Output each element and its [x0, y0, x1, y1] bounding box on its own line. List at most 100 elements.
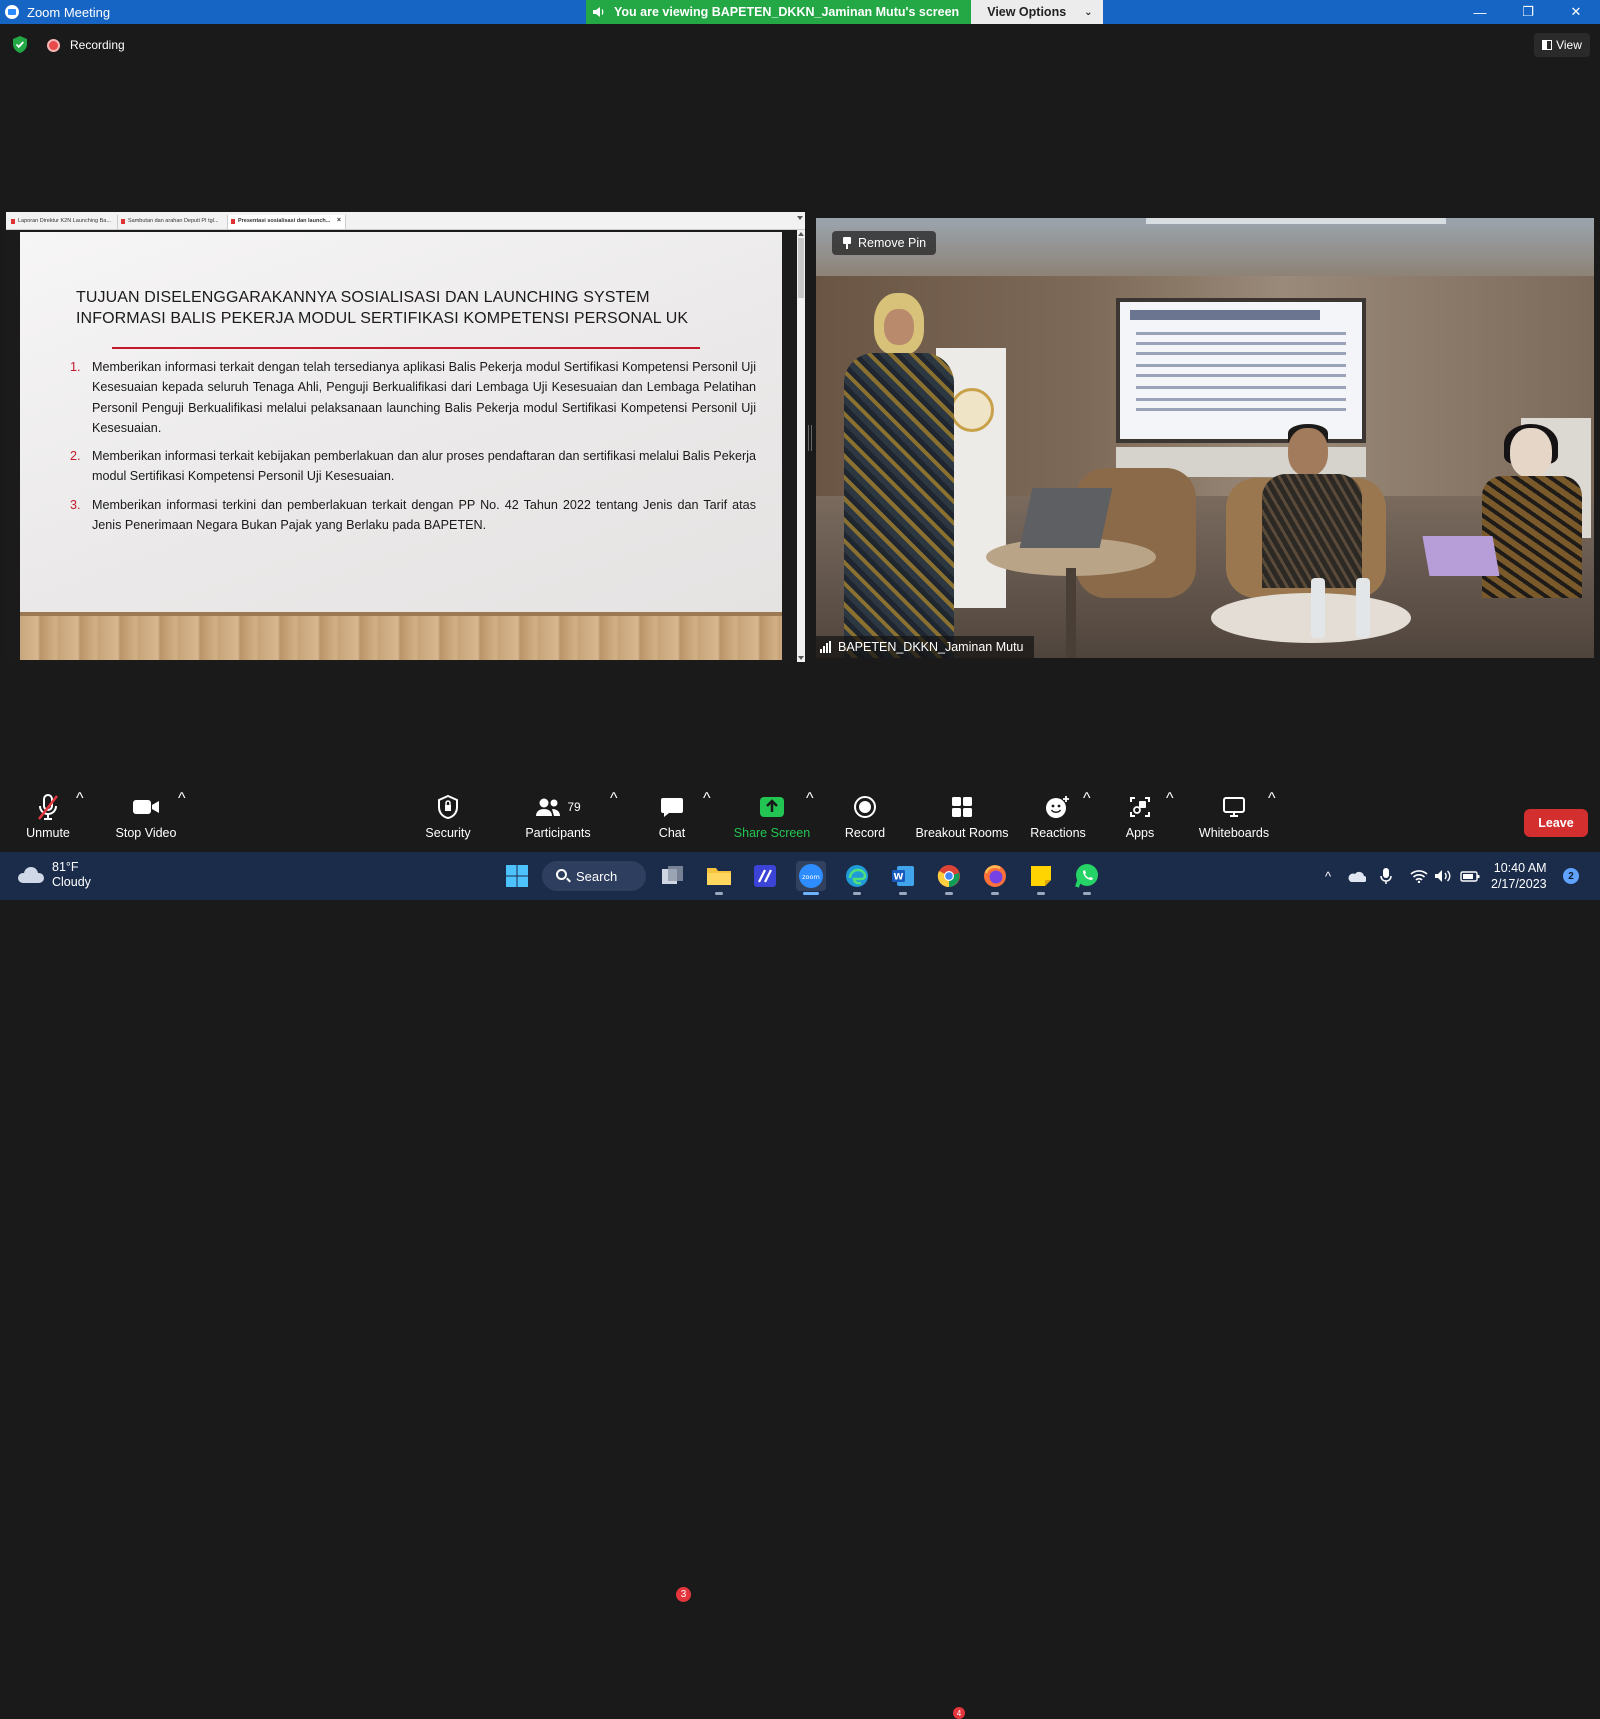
minimize-button[interactable]: —	[1456, 0, 1504, 24]
slide-list-item: 3. Memberikan informasi terkini dan pemb…	[68, 495, 756, 536]
video-laptop	[1422, 536, 1500, 576]
clock-time: 10:40 AM	[1493, 861, 1547, 875]
chat-button[interactable]: Chat	[652, 790, 692, 852]
video-options-chevron-icon[interactable]: ^	[178, 790, 186, 852]
document-tab[interactable]: Laporan Direktur K2N Launching Ba...	[8, 215, 118, 229]
speaker-icon	[593, 7, 604, 17]
word-button[interactable]: W	[888, 861, 918, 895]
reactions-chevron-icon[interactable]: ^	[1083, 790, 1091, 852]
show-hidden-icons-chevron-icon[interactable]: ^	[1325, 852, 1331, 900]
stop-video-label: Stop Video	[115, 826, 177, 840]
encryption-shield-icon[interactable]	[12, 36, 28, 53]
vertical-scrollbar[interactable]	[797, 230, 805, 662]
wifi-icon[interactable]	[1410, 852, 1428, 900]
share-screen-button[interactable]: Share Screen	[732, 790, 812, 852]
slide-list-item: 2. Memberikan informasi terkait kebijaka…	[68, 446, 756, 487]
system-clock[interactable]: 10:40 AM 2/17/2023	[1491, 860, 1547, 892]
video-bottle	[1356, 578, 1370, 638]
apps-label: Apps	[1125, 826, 1155, 840]
whiteboards-chevron-icon[interactable]: ^	[1268, 790, 1276, 852]
participants-button[interactable]: 79 Participants	[520, 790, 596, 852]
weather-condition: Cloudy	[52, 875, 91, 889]
chat-chevron-icon[interactable]: ^	[703, 790, 711, 852]
item-number: 1.	[70, 360, 81, 374]
code-editor-icon	[754, 865, 776, 887]
firefox-button[interactable]	[980, 861, 1010, 895]
security-shield-icon	[438, 795, 458, 819]
split-view-handle[interactable]	[808, 425, 812, 451]
whatsapp-button[interactable]	[1072, 861, 1102, 895]
volume-icon[interactable]	[1434, 852, 1452, 900]
tabs-dropdown-icon[interactable]	[797, 216, 803, 220]
share-screen-icon	[760, 797, 784, 817]
reactions-smiley-icon	[1046, 796, 1069, 818]
video-seated-man	[1256, 424, 1366, 588]
item-text: Memberikan informasi terkini dan pemberl…	[92, 497, 756, 533]
presentation-slide: TUJUAN DISELENGGARAKANNYA SOSIALISASI DA…	[20, 232, 782, 660]
remove-pin-button[interactable]: Remove Pin	[832, 231, 937, 255]
apps-button[interactable]: Apps	[1118, 790, 1162, 852]
record-button[interactable]: Record	[840, 790, 890, 852]
microphone-icon[interactable]	[1380, 852, 1392, 900]
security-button[interactable]: Security	[418, 790, 478, 852]
vscode-like-app-button[interactable]	[750, 861, 780, 891]
reactions-button[interactable]: Reactions	[1028, 790, 1088, 852]
share-options-chevron-icon[interactable]: ^	[806, 790, 814, 852]
slide-divider	[112, 347, 700, 349]
edge-browser-button[interactable]	[842, 861, 872, 895]
video-projector-screen	[1116, 298, 1366, 443]
onedrive-icon[interactable]	[1346, 852, 1366, 900]
tab-label: Sambutan dan arahan Deputi PI tgl...	[128, 218, 219, 224]
tab-close-icon[interactable]: ×	[337, 217, 341, 224]
start-button[interactable]	[502, 861, 532, 891]
apps-chevron-icon[interactable]: ^	[1166, 790, 1174, 852]
breakout-rooms-button[interactable]: Breakout Rooms	[912, 790, 1012, 852]
stop-video-button[interactable]: Stop Video	[110, 790, 182, 852]
scroll-up-icon[interactable]	[798, 232, 804, 236]
document-tabs: Laporan Direktur K2N Launching Ba... Sam…	[6, 212, 805, 230]
view-options-label: View Options	[987, 5, 1067, 19]
search-label: Search	[576, 868, 618, 884]
video-camera-icon	[133, 800, 159, 814]
task-view-button[interactable]	[658, 861, 688, 891]
audio-options-chevron-icon[interactable]: ^	[76, 790, 84, 852]
sticky-notes-button[interactable]	[1026, 861, 1056, 895]
wood-floor-decoration	[20, 612, 782, 660]
scroll-down-icon[interactable]	[798, 656, 804, 660]
cloud-icon	[18, 867, 44, 883]
maximize-button[interactable]: ❐	[1504, 0, 1552, 24]
weather-widget[interactable]: 81°F Cloudy	[18, 860, 91, 890]
video-presenter	[834, 293, 954, 658]
apps-icon	[1130, 797, 1150, 817]
chrome-button[interactable]	[934, 861, 964, 895]
recording-label[interactable]: Recording	[70, 38, 125, 52]
security-label: Security	[425, 826, 471, 840]
battery-icon[interactable]	[1460, 852, 1480, 900]
scrollbar-thumb[interactable]	[798, 238, 804, 298]
notification-count-badge[interactable]: 2	[1563, 868, 1579, 884]
reactions-label: Reactions	[1030, 826, 1086, 840]
view-button[interactable]: View	[1534, 33, 1590, 57]
leave-button[interactable]: Leave	[1524, 809, 1588, 837]
participant-name-tag: BAPETEN_DKKN_Jaminan Mutu	[816, 636, 1034, 658]
breakout-rooms-label: Breakout Rooms	[915, 826, 1009, 840]
slide-title-line: INFORMASI BALIS PEKERJA MODUL SERTIFIKAS…	[76, 310, 689, 327]
chat-label: Chat	[658, 826, 686, 840]
slide-title-line: TUJUAN DISELENGGARAKANNYA SOSIALISASI DA…	[76, 289, 650, 306]
unmute-button[interactable]: Unmute	[18, 790, 78, 852]
zoom-app-icon	[5, 5, 19, 19]
zoom-icon: zoom	[799, 864, 823, 888]
document-tab[interactable]: Sambutan dan arahan Deputi PI tgl...	[118, 215, 228, 229]
zoom-taskbar-button[interactable]: zoom	[796, 861, 826, 895]
taskbar-search[interactable]: Search	[542, 861, 646, 891]
view-options-button[interactable]: View Options ⌄	[971, 0, 1103, 24]
close-window-button[interactable]: ✕	[1552, 0, 1600, 24]
participants-chevron-icon[interactable]: ^	[610, 790, 618, 852]
file-explorer-button[interactable]	[704, 861, 734, 895]
viewing-text: You are viewing BAPETEN_DKKN_Jaminan Mut…	[614, 5, 960, 19]
slide-list: 1. Memberikan informasi terkait dengan t…	[68, 357, 756, 543]
whiteboards-button[interactable]: Whiteboards	[1196, 790, 1272, 852]
whiteboard-icon	[1223, 797, 1245, 817]
word-icon: W	[892, 866, 914, 886]
document-tab-active[interactable]: Presentasi sosialisasi dan launch... ×	[228, 215, 346, 229]
